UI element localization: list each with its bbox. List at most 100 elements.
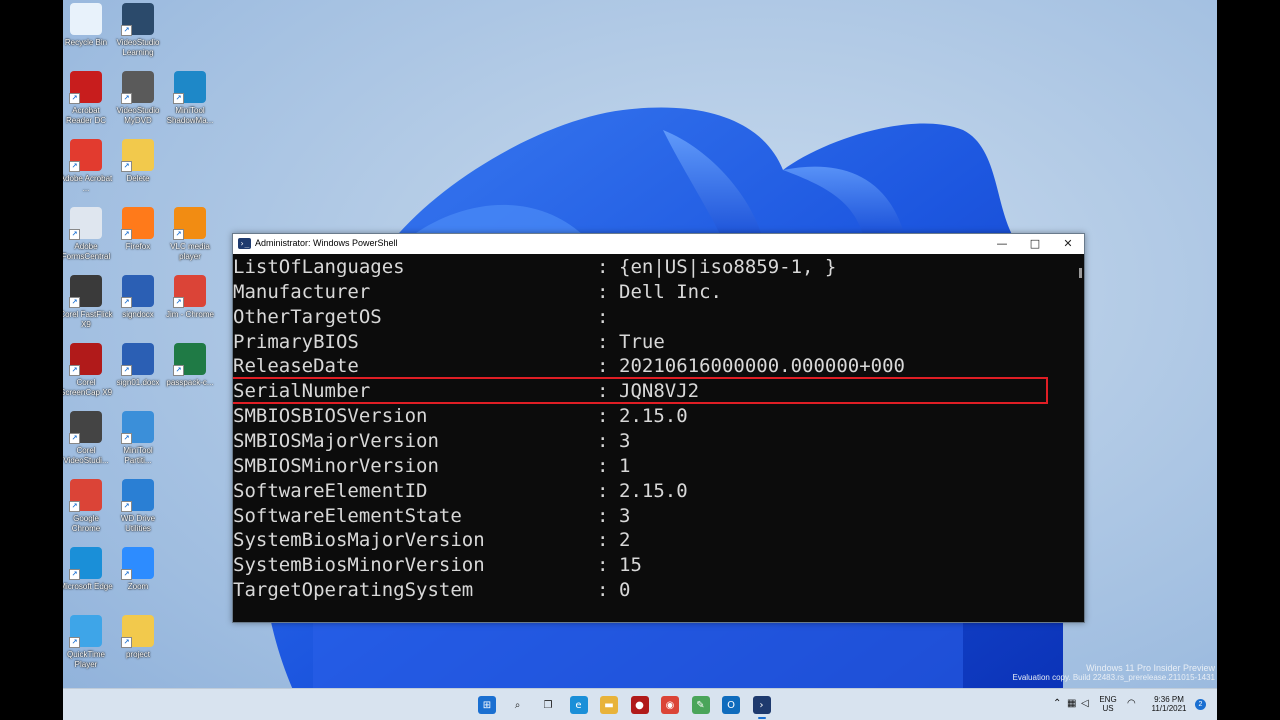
separator: : [597, 529, 609, 552]
edge-icon: ↗ [69, 547, 102, 580]
start-button[interactable]: ⊞ [478, 696, 496, 714]
adobe-acrobat-icon: ↗ [69, 139, 102, 172]
shortcut-arrow-icon: ↗ [69, 433, 80, 444]
search-button[interactable]: ⌕ [509, 696, 527, 714]
powershell-taskbar-button[interactable]: › [752, 696, 771, 719]
shortcut-arrow-icon: ↗ [173, 93, 184, 104]
desktop-icon-videostudio-learning[interactable]: ↗ VideoStudio Learning [110, 3, 166, 58]
desktop-icon-label: VideoStudio Learning [116, 38, 160, 57]
separator: : [597, 355, 609, 378]
powershell-icon: ›_ [238, 238, 251, 249]
desktop-icon-corel-fastflick[interactable]: ↗ Corel FastFlick X9 [63, 275, 114, 330]
desktop-icon-word-doc[interactable]: ↗ sign01.docx [110, 343, 166, 388]
desktop-icon-quicktime[interactable]: ↗ QuickTime Player [63, 615, 114, 670]
desktop-icon-firefox[interactable]: ↗ Firefox [110, 207, 166, 252]
property-value: 0 [619, 579, 631, 602]
desktop-icon-label: Microsoft Edge [63, 582, 113, 591]
desktop-icon-edge[interactable]: ↗ Microsoft Edge [63, 547, 114, 592]
outlook-taskbar-button[interactable]: O [722, 696, 740, 714]
shortcut-arrow-icon: ↗ [121, 637, 132, 648]
minitool-partition-icon: ↗ [121, 411, 154, 444]
powershell-icon: › [759, 699, 764, 711]
watermark-line2: Evaluation copy. Build 22483.rs_prerelea… [1012, 673, 1215, 682]
notification-badge[interactable]: 2 [1195, 699, 1206, 710]
quicktime-icon: ↗ [69, 615, 102, 648]
edge-taskbar-button[interactable]: e [569, 696, 588, 714]
videostudio-learning-icon: ↗ [121, 3, 154, 36]
word-doc-icon: ↗ [121, 275, 154, 308]
property-value: 20210616000000.000000+000 [619, 355, 905, 378]
wifi-icon[interactable]: ◠ [1127, 698, 1136, 709]
property-name: SystemBiosMajorVersion [233, 529, 485, 552]
separator: : [597, 429, 609, 452]
desktop-icon-label: Adobe Acrobat ... [63, 174, 113, 193]
desktop-icon-label: Google Chrome [71, 514, 101, 533]
language-label[interactable]: ENG US [1097, 695, 1119, 713]
separator: : [597, 280, 609, 303]
videostudio-mydvd-icon: ↗ [121, 71, 154, 104]
desktop-icon-chrome-profile[interactable]: ↗ Jim - Chrome [162, 275, 218, 320]
folder-icon: ↗ [121, 139, 154, 172]
network-icon[interactable]: ▦ [1067, 698, 1076, 709]
clock-time: 9:36 PM [1154, 695, 1184, 704]
region-code: US [1102, 704, 1114, 713]
separator: : [597, 330, 609, 353]
powershell-titlebar[interactable]: ›_ Administrator: Windows PowerShell — □… [233, 234, 1084, 254]
desktop-icon-label: Recycle Bin [64, 38, 108, 47]
desktop-icon-acrobat-reader[interactable]: ↗ Acrobat Reader DC [63, 71, 114, 126]
desktop-icon-label: MiniTool ShadowMa... [166, 106, 214, 125]
notepad-taskbar-button[interactable]: ✎ [691, 696, 710, 714]
desktop-icon-formscentral[interactable]: ↗ Adobe FormsCentral [63, 207, 114, 262]
desktop-icon-minitool-partition[interactable]: ↗ MiniTool Partiti... [110, 411, 166, 466]
clock[interactable]: 9:36 PM 11/1/2021 [1147, 695, 1191, 713]
shortcut-arrow-icon: ↗ [121, 297, 132, 308]
shortcut-arrow-icon: ↗ [121, 161, 132, 172]
file-explorer-taskbar-button[interactable]: ▬ [600, 696, 618, 714]
screencap-taskbar-button[interactable]: ● [630, 696, 649, 714]
desktop-icon-excel-doc[interactable]: ↗ passpack-c... [162, 343, 218, 388]
desktop-icon-zoom[interactable]: ↗ Zoom [110, 547, 166, 592]
console-scrollbar[interactable] [1079, 268, 1082, 278]
desktop-icon-corel-screencap[interactable]: ↗ Corel ScreenCap X9 [63, 343, 114, 398]
minimize-button[interactable]: — [987, 236, 1017, 252]
desktop-icon-label: Firefox [125, 242, 151, 251]
property-value: True [619, 330, 665, 353]
desktop-icon-label: Acrobat Reader DC [65, 106, 106, 125]
shortcut-arrow-icon: ↗ [173, 297, 184, 308]
desktop-icon-label: sign01.docx [116, 378, 160, 387]
chrome-taskbar-button[interactable]: ◉ [661, 696, 679, 714]
desktop-icon-folder[interactable]: ↗ Delete [110, 139, 166, 184]
maximize-button[interactable]: □ [1020, 236, 1050, 252]
chrome-profile-icon: ↗ [173, 275, 206, 308]
property-name: SMBIOSBIOSVersion [233, 405, 428, 428]
desktop-icon-wd-drive[interactable]: ↗ WD Drive Utilities [110, 479, 166, 534]
separator: : [597, 256, 609, 278]
notepad-icon: ✎ [696, 699, 705, 711]
desktop-icon-label: MiniTool Partiti... [123, 446, 153, 465]
property-value: 3 [619, 504, 631, 527]
desktop-icon-chrome[interactable]: ↗ Google Chrome [63, 479, 114, 534]
desktop-icon-videostudio-mydvd[interactable]: ↗ VideoStudio MyDVD [110, 71, 166, 126]
shortcut-arrow-icon: ↗ [69, 501, 80, 512]
shortcut-arrow-icon: ↗ [121, 93, 132, 104]
volume-icon[interactable]: ◁ [1081, 698, 1089, 709]
outlook-icon: O [727, 699, 735, 711]
desktop-icon-recycle-bin[interactable]: Recycle Bin [63, 3, 114, 48]
property-name: SoftwareElementID [233, 479, 428, 502]
desktop-icon-vlc[interactable]: ↗ VLC media player [162, 207, 218, 262]
close-button[interactable]: ✕ [1053, 236, 1083, 252]
powershell-window[interactable]: ›_ Administrator: Windows PowerShell — □… [232, 233, 1085, 623]
separator: : [597, 405, 609, 428]
separator: : [597, 479, 609, 502]
desktop-icon-corel-videostudio[interactable]: ↗ Corel VideoStudi... [63, 411, 114, 466]
formscentral-icon: ↗ [69, 207, 102, 240]
chevron-up-icon[interactable]: ⌃ [1053, 698, 1061, 709]
desktop-icon-label: VLC media player [170, 242, 210, 261]
desktop-icon-adobe-acrobat[interactable]: ↗ Adobe Acrobat ... [63, 139, 114, 194]
console-output[interactable]: ListOfLanguages: {en|US|iso8859-1, } Manuf… [233, 254, 1084, 622]
task-view-button[interactable]: ❐ [539, 696, 557, 714]
desktop-icon-word-doc[interactable]: ↗ signdocx [110, 275, 166, 320]
separator: : [597, 305, 609, 328]
desktop-icon-minitool-shadowmaker[interactable]: ↗ MiniTool ShadowMa... [162, 71, 218, 126]
desktop-icon-folder[interactable]: ↗ project [110, 615, 166, 660]
